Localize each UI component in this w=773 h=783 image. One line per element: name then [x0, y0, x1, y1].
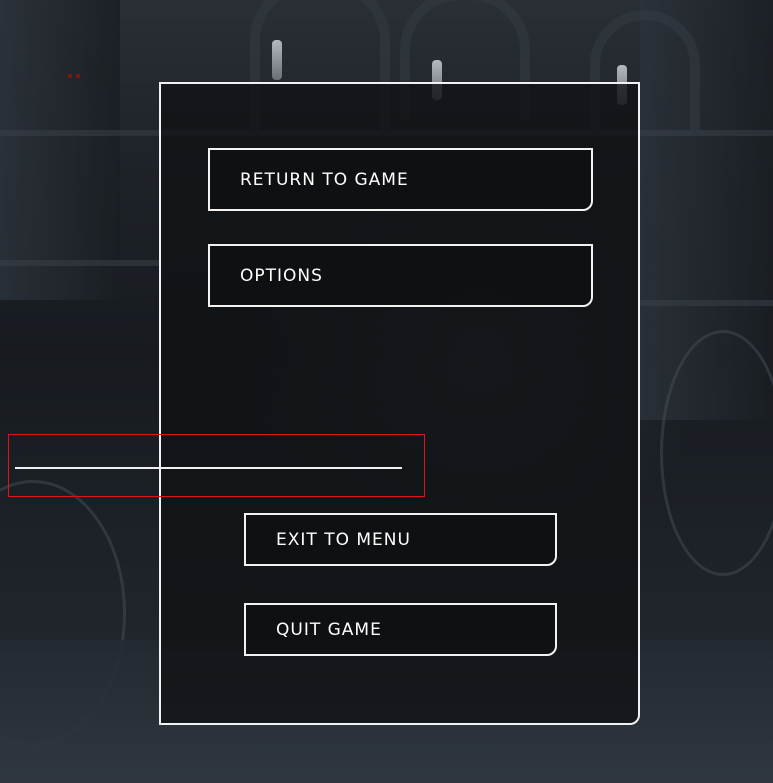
exit-to-menu-button[interactable]: EXIT TO MENU	[244, 513, 557, 566]
background-ring	[660, 330, 773, 576]
return-to-game-button[interactable]: RETURN TO GAME	[208, 148, 593, 211]
exit-to-menu-label: EXIT TO MENU	[276, 529, 411, 550]
quit-game-button[interactable]: QUIT GAME	[244, 603, 557, 656]
background-ledge	[640, 300, 773, 306]
game-background: RETURN TO GAME OPTIONS EXIT TO MENU QUIT…	[0, 0, 773, 783]
background-light	[76, 74, 80, 78]
quit-game-label: QUIT GAME	[276, 619, 382, 640]
return-to-game-label: RETURN TO GAME	[240, 169, 409, 190]
background-wall	[0, 0, 120, 300]
selection-highlight-box	[8, 434, 425, 497]
background-ledge	[0, 260, 160, 266]
background-light	[272, 40, 282, 80]
background-light	[68, 74, 72, 78]
options-label: OPTIONS	[240, 265, 323, 286]
options-button[interactable]: OPTIONS	[208, 244, 593, 307]
